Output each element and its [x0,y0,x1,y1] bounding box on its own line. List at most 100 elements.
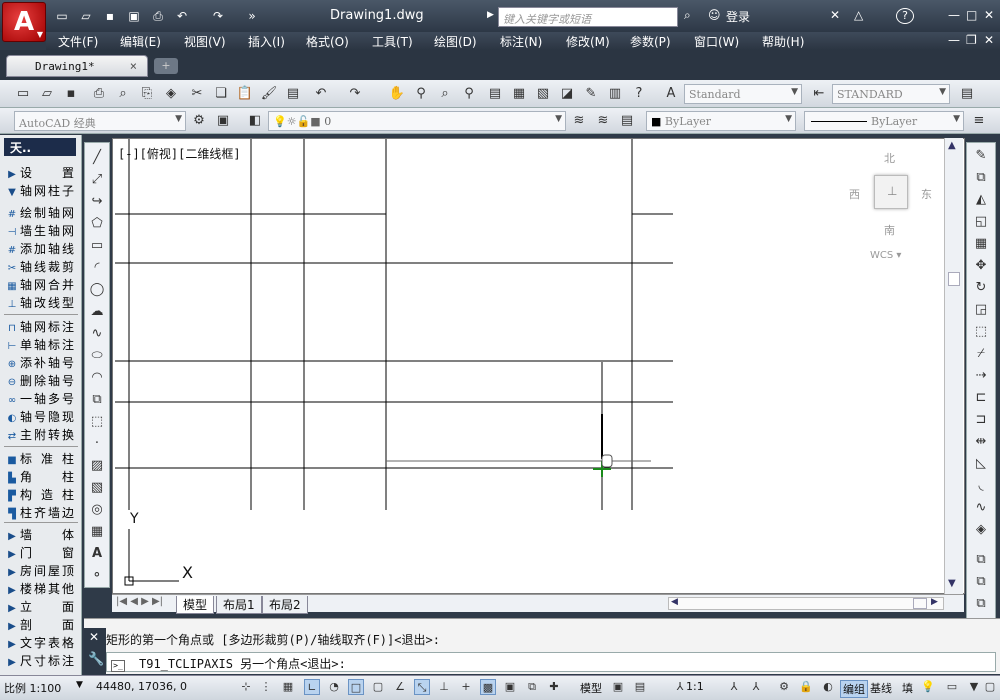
clean-screen-icon[interactable]: ▭ [944,679,960,695]
paste-icon[interactable]: 📋 [236,85,254,103]
plot-icon[interactable]: ⎙ [90,85,108,103]
workspace-icon[interactable]: ▣ [214,112,232,130]
maximize-icon[interactable]: □ [966,8,977,22]
cursor-coordinates[interactable]: 44480, 17036, 0 [96,680,187,693]
panel-command[interactable]: ⊥ 轴改线型 [4,294,78,311]
panel-command[interactable]: ✂ 轴线裁剪 [4,258,78,275]
circle-icon[interactable]: ◯ [88,281,106,299]
save-icon[interactable]: ▪ [62,85,80,103]
layer-properties-icon[interactable]: ◧ [246,112,264,130]
doc-close-icon[interactable]: ✕ [984,33,994,47]
save-icon[interactable]: ▪ [102,8,118,24]
annotation-monitor-icon[interactable]: ✚ [546,679,562,695]
erase-icon[interactable]: ✎ [972,147,990,165]
text-style-select[interactable]: Standard ▼ [684,84,802,104]
lock-ui-icon[interactable]: 🔒 [798,679,814,695]
stretch-icon[interactable]: ⬚ [972,323,990,341]
scroll-down-icon[interactable]: ▼ [948,578,956,589]
grid-display-icon[interactable]: ▦ [280,679,296,695]
zoom-previous-icon[interactable]: ⚲ [460,85,478,103]
redo-icon[interactable]: ↷ [346,85,364,103]
quick-properties-icon[interactable]: ▣ [502,679,518,695]
close-icon[interactable]: × [130,59,137,73]
doc-restore-icon[interactable]: ❐ [966,33,977,47]
block-editor-icon[interactable]: ▤ [284,85,302,103]
mirror-icon[interactable]: ◭ [972,191,990,209]
menu-modify[interactable]: 修改(M) [566,33,610,50]
command-input[interactable]: >_ T91_TCLIPAXIS 另一个角点<退出>: [106,652,996,672]
panel-group[interactable]: ▶ 尺寸标注 [4,652,78,669]
application-menu-button[interactable]: A ▼ [2,2,46,42]
compass-west[interactable]: 西 [849,186,860,202]
text-style-icon[interactable]: A [662,85,680,103]
panel-command[interactable]: ⊖ 删除轴号 [4,372,78,389]
redo-icon[interactable]: ↷ [210,8,226,24]
annotation-scale-value[interactable]: 1:1 [686,680,704,693]
workspace-select[interactable]: AutoCAD 经典 ▼ [14,111,186,131]
wrench-icon[interactable]: 🔧 [88,652,104,667]
compass-east[interactable]: 东 [921,186,932,202]
viewcube[interactable]: ⊥ [874,175,908,209]
auto-scale-icon[interactable]: ⅄ [748,679,764,695]
construction-line-icon[interactable]: ⤢ [88,171,106,189]
draw-order-icon[interactable]: ⧉ [972,551,990,569]
transparency-icon[interactable]: ▩ [480,679,496,695]
user-icon[interactable]: ☺ [708,8,721,22]
command-window-handle[interactable]: ✕ 🔧 [84,628,106,674]
table-style-icon[interactable]: ▤ [958,85,976,103]
exchange-icon[interactable]: ✕ [830,8,840,22]
zoom-window-icon[interactable]: ⌕ [436,85,454,103]
gear-icon[interactable]: ⚙ [190,112,208,130]
polyline-icon[interactable]: ↪ [88,193,106,211]
scroll-thumb[interactable] [913,598,927,609]
break-at-point-icon[interactable]: ⊏ [972,389,990,407]
drawing-canvas[interactable] [112,138,965,594]
properties-icon[interactable]: ▤ [486,85,504,103]
open-icon[interactable]: ▱ [38,85,56,103]
region-icon[interactable]: ◎ [88,501,106,519]
status-menu-icon[interactable]: ▼ [966,679,982,695]
quick-view-drawings-icon[interactable]: ▤ [632,679,648,695]
command-prompt-icon[interactable]: >_ [111,660,125,672]
explode-icon[interactable]: ◈ [972,521,990,539]
minimize-icon[interactable]: — [948,8,960,22]
lightbulb-icon[interactable]: 💡 [920,679,936,695]
tab-layout2[interactable]: 布局2 [262,596,308,614]
new-file-icon[interactable]: ▭ [54,8,70,24]
panel-command[interactable]: ⊢ 单轴标注 [4,336,78,353]
scroll-right-icon[interactable]: ▶ [931,597,938,607]
isolate-objects-icon[interactable]: ◐ [820,679,836,695]
trim-icon[interactable]: ⌿ [972,345,990,363]
rectangle-icon[interactable]: ▭ [88,237,106,255]
chamfer-icon[interactable]: ◺ [972,455,990,473]
vertical-scrollbar[interactable]: ▲ ▼ [944,138,963,594]
object-snap-tracking-icon[interactable]: ∠ [392,679,408,695]
snap-mode-icon[interactable]: ⋮ [258,679,274,695]
help-icon[interactable]: ? [630,85,648,103]
menu-view[interactable]: 视图(V) [184,33,226,50]
hatch-icon[interactable]: ▨ [88,457,106,475]
edit-group-toggle[interactable]: 编组 [840,680,868,698]
autodesk-360-icon[interactable]: △ [854,8,863,22]
binoculars-icon[interactable]: ⌕ [684,8,691,23]
baseline-toggle[interactable]: 基线 [870,680,892,696]
move-icon[interactable]: ✥ [972,257,990,275]
panel-command[interactable]: ▦ 轴网合并 [4,276,78,293]
3d-print-icon[interactable]: ◈ [162,85,180,103]
panel-group[interactable]: ▶ 楼梯其他 [4,580,78,597]
join-icon[interactable]: ⇹ [972,433,990,451]
menu-window[interactable]: 窗口(W) [694,33,739,50]
panel-group[interactable]: ▶ 门 窗 [4,544,78,561]
design-center-icon[interactable]: ▦ [510,85,528,103]
quick-view-layouts-icon[interactable]: ▣ [610,679,626,695]
color-select[interactable]: ■ ByLayer ▼ [646,111,796,131]
new-tab-button[interactable]: + [154,58,178,74]
break-icon[interactable]: ⊐ [972,411,990,429]
revision-cloud-icon[interactable]: ☁ [88,303,106,321]
copy-icon[interactable]: ❏ [212,85,230,103]
ellipse-icon[interactable]: ⬭ [88,347,106,365]
workspace-switching-icon[interactable]: ⚙ [776,679,792,695]
tab-nav-arrows-icon[interactable]: |◀ ◀ ▶ ▶| [116,596,163,607]
panel-group[interactable]: ▶ 墙 体 [4,526,78,543]
panel-command[interactable]: ⇄ 主附转换 [4,426,78,443]
